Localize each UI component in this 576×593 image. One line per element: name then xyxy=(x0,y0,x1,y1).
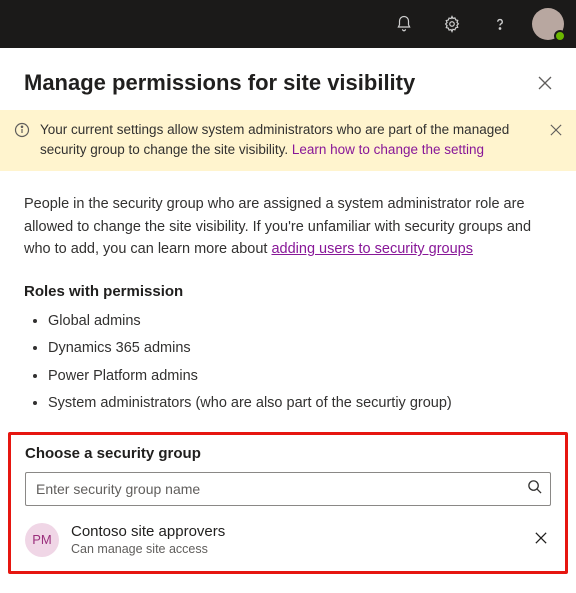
role-item: System administrators (who are also part… xyxy=(48,390,552,418)
selected-group-row: PM Contoso site approvers Can manage sit… xyxy=(25,506,551,558)
help-icon[interactable] xyxy=(480,4,520,44)
role-item: Dynamics 365 admins xyxy=(48,335,552,363)
top-app-bar xyxy=(0,0,576,48)
group-subtext: Can manage site access xyxy=(71,541,519,557)
role-item: Power Platform admins xyxy=(48,363,552,391)
intro-paragraph: People in the security group who are ass… xyxy=(0,171,576,260)
notifications-icon[interactable] xyxy=(384,4,424,44)
roles-list: Global admins Dynamics 365 admins Power … xyxy=(0,308,576,432)
search-icon[interactable] xyxy=(527,479,542,499)
group-meta: Contoso site approvers Can manage site a… xyxy=(71,522,519,558)
group-avatar: PM xyxy=(25,523,59,557)
dismiss-banner-button[interactable] xyxy=(550,122,562,142)
settings-gear-icon[interactable] xyxy=(432,4,472,44)
info-banner: Your current settings allow system admin… xyxy=(0,110,576,171)
permissions-panel: Manage permissions for site visibility Y… xyxy=(0,48,576,574)
close-panel-button[interactable] xyxy=(538,76,552,90)
info-banner-link[interactable]: Learn how to change the setting xyxy=(292,142,484,157)
role-item: Global admins xyxy=(48,308,552,336)
intro-link[interactable]: adding users to security groups xyxy=(271,241,473,257)
roles-heading: Roles with permission xyxy=(0,261,576,308)
security-group-input[interactable] xyxy=(36,481,527,497)
panel-header: Manage permissions for site visibility xyxy=(0,48,576,110)
security-group-section: Choose a security group PM Contoso site … xyxy=(8,432,568,575)
choose-group-heading: Choose a security group xyxy=(25,445,551,462)
user-avatar[interactable] xyxy=(532,8,564,40)
presence-available-icon xyxy=(554,30,566,42)
panel-title: Manage permissions for site visibility xyxy=(24,70,415,96)
remove-group-button[interactable] xyxy=(531,527,551,553)
group-name: Contoso site approvers xyxy=(71,522,519,542)
info-banner-text: Your current settings allow system admin… xyxy=(40,120,540,159)
security-group-search[interactable] xyxy=(25,472,551,506)
info-icon xyxy=(14,122,30,144)
